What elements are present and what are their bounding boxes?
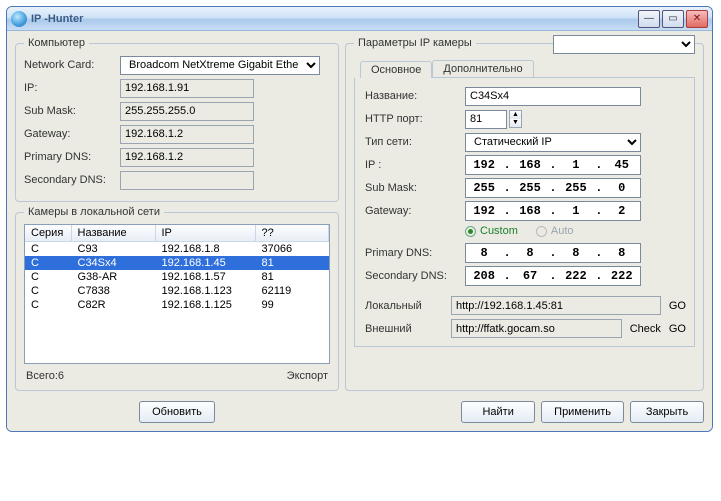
radio-auto[interactable]: Auto — [536, 225, 574, 237]
camera-name-input[interactable] — [465, 87, 641, 106]
cam-pdns-label: Primary DNS: — [365, 247, 465, 259]
local-cameras-legend: Камеры в локальной сети — [24, 206, 164, 218]
http-label: HTTP порт: — [365, 113, 465, 125]
cam-ip-label: IP : — [365, 159, 465, 171]
ip-label: IP: — [24, 82, 120, 94]
camera-pdns-input[interactable]: 8. 8. 8. 8 — [465, 243, 641, 263]
find-button[interactable]: Найти — [461, 401, 535, 423]
pdns-label: Primary DNS: — [24, 151, 120, 163]
title-bar: IP -Hunter — ▭ ✕ — [7, 7, 712, 31]
tab-main-panel: Название: HTTP порт: ▲▼ Тип сети: — [354, 78, 695, 347]
tab-advanced[interactable]: Дополнительно — [432, 60, 533, 77]
cam-mask-label: Sub Mask: — [365, 182, 465, 194]
main-window: IP -Hunter — ▭ ✕ Компьютер Network Card:… — [6, 6, 713, 432]
local-url-field: http://192.168.1.45:81 — [451, 296, 661, 315]
cam-sdns-label: Secondary DNS: — [365, 270, 465, 282]
camera-params-legend: Параметры IP камеры — [358, 37, 472, 49]
table-row[interactable]: CG38-AR192.168.1.5781 — [25, 270, 329, 284]
col-series[interactable]: Серия — [25, 225, 71, 242]
external-url-field: http://ffatk.gocam.so — [451, 319, 622, 338]
computer-group: Компьютер Network Card: Broadcom NetXtre… — [15, 37, 339, 202]
camera-params-group: Параметры IP камеры Основное Дополнитель… — [345, 37, 704, 391]
local-cameras-group: Камеры в локальной сети Серия Название I… — [15, 206, 339, 391]
cam-gw-label: Gateway: — [365, 205, 465, 217]
total-label: Всего:6 — [26, 370, 64, 382]
computer-legend: Компьютер — [24, 37, 89, 49]
nc-label: Network Card: — [24, 59, 120, 71]
name-label: Название: — [365, 90, 465, 102]
camera-sdns-input[interactable]: 208. 67. 222. 222 — [465, 266, 641, 286]
sdns-label: Secondary DNS: — [24, 174, 120, 186]
external-go-link[interactable]: GO — [669, 323, 686, 335]
close-button[interactable]: ✕ — [686, 10, 708, 28]
local-go-link[interactable]: GO — [669, 300, 686, 312]
camera-mask-input[interactable]: 255. 255. 255. 0 — [465, 178, 641, 198]
radio-custom[interactable]: Custom — [465, 225, 518, 237]
col-name[interactable]: Название — [71, 225, 155, 242]
camera-select[interactable] — [553, 35, 695, 54]
computer-pdns-field: 192.168.1.2 — [120, 148, 254, 167]
computer-sdns-field — [120, 171, 254, 190]
minimize-button[interactable]: — — [638, 10, 660, 28]
export-link[interactable]: Экспорт — [287, 370, 328, 382]
col-ip[interactable]: IP — [155, 225, 255, 242]
table-row[interactable]: CC34Sx4192.168.1.4581 — [25, 256, 329, 270]
maximize-button[interactable]: ▭ — [662, 10, 684, 28]
computer-ip-field: 192.168.1.91 — [120, 79, 254, 98]
camera-list[interactable]: Серия Название IP ?? CC93192.168.1.83706… — [24, 224, 330, 364]
camera-gw-input[interactable]: 192. 168. 1. 2 — [465, 201, 641, 221]
table-row[interactable]: CC7838192.168.1.12362119 — [25, 284, 329, 298]
refresh-button[interactable]: Обновить — [139, 401, 215, 423]
close-window-button[interactable]: Закрыть — [630, 401, 704, 423]
nettype-label: Тип сети: — [365, 136, 465, 148]
col-qq[interactable]: ?? — [255, 225, 329, 242]
network-card-select[interactable]: Broadcom NetXtreme Gigabit Ethe — [120, 56, 320, 75]
http-port-spinner[interactable]: ▲▼ — [509, 110, 522, 128]
external-check-link[interactable]: Check — [630, 323, 661, 335]
external-url-label: Внешний — [365, 323, 443, 335]
table-row[interactable]: CC82R192.168.1.12599 — [25, 298, 329, 312]
app-icon — [11, 11, 27, 27]
apply-button[interactable]: Применить — [541, 401, 624, 423]
computer-mask-field: 255.255.255.0 — [120, 102, 254, 121]
mask-label: Sub Mask: — [24, 105, 120, 117]
window-title: IP -Hunter — [31, 13, 83, 25]
network-type-select[interactable]: Статический IP — [465, 133, 641, 152]
tab-main[interactable]: Основное — [360, 61, 432, 78]
local-url-label: Локальный — [365, 300, 443, 312]
camera-ip-input[interactable]: 192. 168. 1. 45 — [465, 155, 641, 175]
table-row[interactable]: CC93192.168.1.837066 — [25, 242, 329, 257]
gw-label: Gateway: — [24, 128, 120, 140]
computer-gw-field: 192.168.1.2 — [120, 125, 254, 144]
http-port-input[interactable] — [465, 110, 507, 129]
